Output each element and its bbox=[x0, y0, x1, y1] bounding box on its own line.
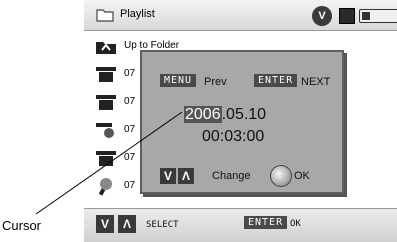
footer-enter-key[interactable]: ENTER bbox=[244, 216, 288, 229]
device-screen: Playlist V Up to Folder 07 07 07 07 07 M… bbox=[84, 0, 397, 242]
date-year-cursor[interactable]: 2006 bbox=[184, 106, 222, 123]
video-file-icon bbox=[96, 151, 116, 166]
enter-key[interactable]: ENTER bbox=[254, 74, 298, 87]
up-arrow-button[interactable]: Λ bbox=[178, 168, 194, 184]
search-icon bbox=[98, 178, 112, 196]
list-item-label: 07 bbox=[124, 96, 136, 107]
battery-icon bbox=[359, 9, 397, 23]
ok-label: OK bbox=[294, 170, 310, 182]
list-item-label: 07 bbox=[124, 180, 136, 191]
date-rest: .05.10 bbox=[221, 106, 267, 123]
screen-icon bbox=[339, 8, 355, 24]
time-field[interactable]: 00:03:00 bbox=[202, 128, 264, 146]
ok-button-icon[interactable] bbox=[270, 165, 292, 187]
video-file-icon bbox=[96, 67, 116, 82]
select-label: SELECT bbox=[146, 220, 179, 230]
footer-ok-label: OK bbox=[290, 219, 301, 229]
video-file-icon bbox=[96, 95, 116, 110]
title-bar: Playlist V bbox=[84, 0, 397, 31]
prev-label: Prev bbox=[204, 76, 227, 88]
footer-up-arrow-button[interactable]: Λ bbox=[118, 215, 136, 233]
date-field[interactable]: 2006.05.10 bbox=[184, 106, 266, 124]
down-arrow-button[interactable]: V bbox=[160, 168, 176, 184]
page-title: Playlist bbox=[120, 8, 155, 20]
video-search-icon bbox=[96, 123, 114, 138]
next-label: NEXT bbox=[301, 76, 331, 88]
cursor-callout-label: Cursor bbox=[2, 218, 42, 233]
folder-icon bbox=[96, 9, 114, 22]
date-time-dialog: MENU Prev ENTER NEXT 2006.05.10 00:03:00… bbox=[140, 50, 344, 194]
up-folder-icon bbox=[96, 42, 116, 54]
video-mode-icon: V bbox=[312, 6, 332, 26]
change-label: Change bbox=[212, 170, 251, 182]
footer-down-arrow-button[interactable]: V bbox=[96, 215, 114, 233]
list-item-label: 07 bbox=[124, 124, 136, 135]
footer-bar: V Λ SELECT ENTER OK bbox=[84, 208, 397, 242]
list-item-label: 07 bbox=[124, 152, 136, 163]
menu-key[interactable]: MENU bbox=[160, 74, 197, 87]
list-item-label: 07 bbox=[124, 68, 136, 79]
